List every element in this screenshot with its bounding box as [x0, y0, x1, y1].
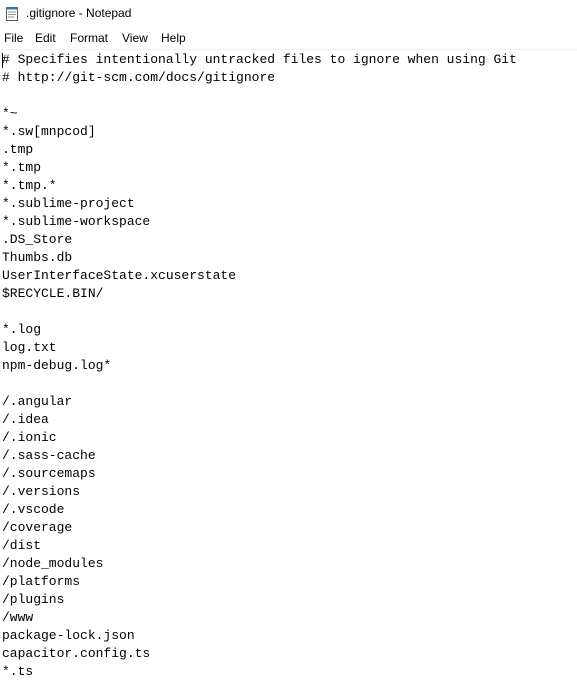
text-line[interactable]: /dist [2, 537, 572, 555]
text-line[interactable]: /plugins [2, 591, 572, 609]
text-line[interactable]: .DS_Store [2, 231, 572, 249]
text-line[interactable]: *.tmp.* [2, 177, 572, 195]
text-line[interactable]: *.log [2, 321, 572, 339]
text-line[interactable]: *.sublime-project [2, 195, 572, 213]
menu-view[interactable]: View [122, 31, 148, 45]
text-line[interactable]: capacitor.config.ts [2, 645, 572, 663]
text-line[interactable]: $RECYCLE.BIN/ [2, 285, 572, 303]
text-line[interactable]: log.txt [2, 339, 572, 357]
title-bar: .gitignore - Notepad [0, 0, 577, 29]
menu-help[interactable]: Help [161, 31, 186, 45]
menu-format[interactable]: Format [70, 31, 108, 45]
text-line[interactable]: npm-debug.log* [2, 357, 572, 375]
text-line[interactable]: /.idea [2, 411, 572, 429]
window-title: .gitignore - Notepad [26, 6, 132, 20]
text-line[interactable]: *.sublime-workspace [2, 213, 572, 231]
text-line[interactable] [2, 375, 572, 393]
text-line[interactable]: /.sass-cache [2, 447, 572, 465]
text-line[interactable]: /.vscode [2, 501, 572, 519]
text-line[interactable]: # http://git-scm.com/docs/gitignore [2, 69, 572, 87]
menu-edit[interactable]: Edit [35, 31, 56, 45]
text-line[interactable]: .tmp [2, 141, 572, 159]
text-editor-area[interactable]: # Specifies intentionally untracked file… [0, 49, 577, 699]
text-line[interactable]: /.versions [2, 483, 572, 501]
text-line[interactable]: /.angular [2, 393, 572, 411]
text-line[interactable]: Thumbs.db [2, 249, 572, 267]
text-line[interactable]: *.ts [2, 663, 572, 681]
text-line[interactable]: package-lock.json [2, 627, 572, 645]
text-line[interactable]: *.sw[mnpcod] [2, 123, 572, 141]
notepad-icon [6, 6, 18, 21]
text-line[interactable] [2, 303, 572, 321]
text-line[interactable]: /.sourcemaps [2, 465, 572, 483]
text-line[interactable]: *.tmp [2, 159, 572, 177]
menu-file[interactable]: File [4, 31, 23, 45]
menu-bar: File Edit Format View Help [0, 29, 577, 49]
text-line[interactable] [2, 87, 572, 105]
editor-content[interactable]: # Specifies intentionally untracked file… [2, 51, 572, 681]
notepad-window: .gitignore - Notepad File Edit Format Vi… [0, 0, 577, 699]
text-line[interactable]: # Specifies intentionally untracked file… [2, 51, 572, 69]
text-line[interactable]: /platforms [2, 573, 572, 591]
text-line[interactable]: *~ [2, 105, 572, 123]
text-line[interactable]: UserInterfaceState.xcuserstate [2, 267, 572, 285]
text-line[interactable]: /coverage [2, 519, 572, 537]
text-line[interactable]: /www [2, 609, 572, 627]
text-caret [2, 53, 3, 68]
text-line[interactable]: /.ionic [2, 429, 572, 447]
text-line[interactable]: /node_modules [2, 555, 572, 573]
